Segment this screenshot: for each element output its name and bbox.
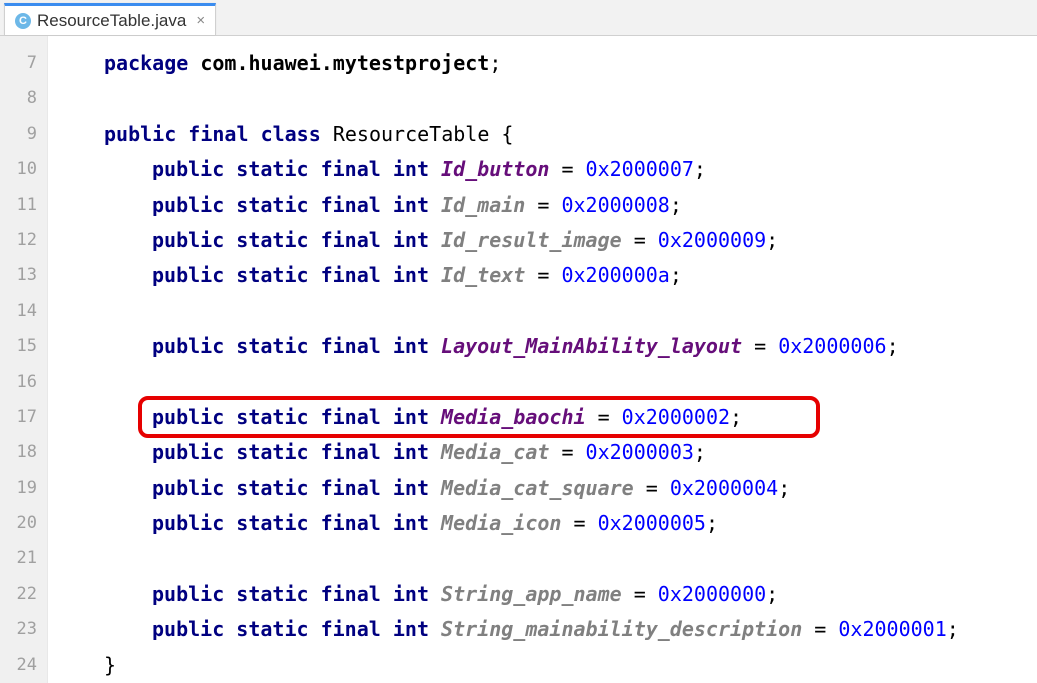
code-line: public static final int String_mainabili…	[56, 612, 1037, 647]
tab-filename: ResourceTable.java	[37, 11, 186, 31]
code-editor[interactable]: 7 8 9 10 11 12 13 14 15 16 17 18 19 20 2…	[0, 36, 1037, 683]
line-number: 20	[0, 506, 37, 541]
line-number: 24	[0, 648, 37, 683]
tab-bar: C ResourceTable.java ×	[0, 0, 1037, 36]
line-number: 18	[0, 435, 37, 470]
code-line	[56, 365, 1037, 400]
code-line	[56, 81, 1037, 116]
line-number: 17	[0, 400, 37, 435]
line-number-gutter: 7 8 9 10 11 12 13 14 15 16 17 18 19 20 2…	[0, 36, 48, 683]
code-line: public static final int Media_icon = 0x2…	[56, 506, 1037, 541]
line-number: 9	[0, 117, 37, 152]
line-number: 7	[0, 46, 37, 81]
line-number: 8	[0, 81, 37, 116]
line-number: 15	[0, 329, 37, 364]
code-line: public static final int Id_button = 0x20…	[56, 152, 1037, 187]
line-number: 21	[0, 541, 37, 576]
file-tab[interactable]: C ResourceTable.java ×	[4, 3, 216, 35]
line-number: 13	[0, 258, 37, 293]
line-number: 14	[0, 294, 37, 329]
code-line	[56, 294, 1037, 329]
line-number: 23	[0, 612, 37, 647]
code-line: public final class ResourceTable {	[56, 117, 1037, 152]
code-line: public static final int Layout_MainAbili…	[56, 329, 1037, 364]
line-number: 12	[0, 223, 37, 258]
code-line: public static final int Media_cat_square…	[56, 471, 1037, 506]
code-line: }	[56, 648, 1037, 683]
code-line: public static final int Id_text = 0x2000…	[56, 258, 1037, 293]
code-line: public static final int Id_main = 0x2000…	[56, 188, 1037, 223]
code-area[interactable]: package com.huawei.mytestproject; public…	[48, 36, 1037, 683]
line-number: 11	[0, 188, 37, 223]
code-line: public static final int Media_cat = 0x20…	[56, 435, 1037, 470]
code-line-highlighted: public static final int Media_baochi = 0…	[56, 400, 1037, 435]
code-line	[56, 541, 1037, 576]
line-number: 10	[0, 152, 37, 187]
code-line: public static final int Id_result_image …	[56, 223, 1037, 258]
code-line: public static final int String_app_name …	[56, 577, 1037, 612]
line-number: 16	[0, 365, 37, 400]
line-number: 22	[0, 577, 37, 612]
line-number: 19	[0, 471, 37, 506]
close-icon[interactable]: ×	[196, 13, 205, 28]
code-line: package com.huawei.mytestproject;	[56, 46, 1037, 81]
java-class-icon: C	[15, 13, 31, 29]
